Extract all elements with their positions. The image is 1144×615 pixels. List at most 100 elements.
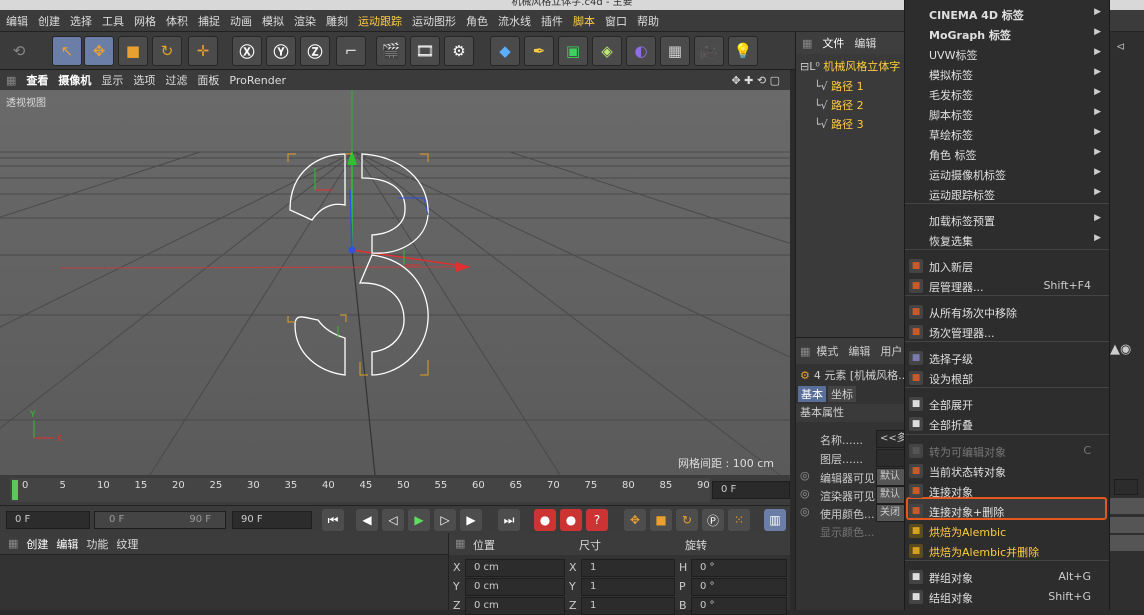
end-frame-field[interactable]: 90 F <box>232 511 312 529</box>
object-menu-file[interactable]: 文件 <box>822 35 844 51</box>
rotation-field[interactable]: 0 ° <box>691 597 787 615</box>
viewport-menu-view[interactable]: 查看 <box>26 72 48 88</box>
context-menu-item-24[interactable]: ■ 烘焙为Alembic <box>905 521 1109 541</box>
rotation-field[interactable]: 0 ° <box>691 578 787 596</box>
context-menu-item-7[interactable]: 角色 标签 ▶ <box>905 144 1109 164</box>
radio-icon[interactable]: ◎ <box>800 505 810 518</box>
render-picture-viewer-icon[interactable]: 🎞 <box>410 36 440 66</box>
object-child-3[interactable]: └√ 路径 3 <box>814 116 864 134</box>
menu-item-12[interactable]: 运动图形 <box>412 13 456 29</box>
autokey-icon[interactable]: ● <box>560 509 582 531</box>
material-menu-texture[interactable]: 纹理 <box>116 536 138 552</box>
playhead[interactable] <box>12 480 18 500</box>
go-to-end-icon[interactable]: ⏭ <box>498 509 520 531</box>
viewport-menu-options[interactable]: 选项 <box>133 72 155 88</box>
menu-item-6[interactable]: 捕捉 <box>198 13 220 29</box>
context-menu-item-2[interactable]: UVW标签 ▶ <box>905 44 1109 64</box>
context-menu-item-17[interactable]: ■ 设为根部 <box>905 368 1109 388</box>
radio-icon[interactable]: ◎ <box>800 469 810 482</box>
menu-item-11[interactable]: 运动跟踪 <box>358 13 402 29</box>
viewport-menu-prorender[interactable]: ProRender <box>229 74 286 87</box>
context-menu-item-16[interactable]: ■ 选择子级 <box>905 348 1109 368</box>
radio-icon[interactable]: ◎ <box>800 487 810 500</box>
position-field[interactable]: 0 cm <box>465 578 565 596</box>
keyframe-selection-icon[interactable]: ? <box>586 509 608 531</box>
record-keys-icon[interactable]: ● <box>534 509 556 531</box>
scale-tool-icon[interactable]: ■ <box>118 36 148 66</box>
size-field[interactable]: 1 <box>581 578 675 596</box>
object-child-1[interactable]: └√ 路径 1 <box>814 78 864 96</box>
coordinate-system-icon[interactable]: ⌐ <box>336 36 366 66</box>
next-frame-icon[interactable]: ▷ <box>434 509 456 531</box>
select-extension[interactable] <box>1110 517 1144 533</box>
context-menu-item-8[interactable]: 运动摄像机标签 ▶ <box>905 164 1109 184</box>
prev-frame-icon[interactable]: ◁ <box>382 509 404 531</box>
menu-item-13[interactable]: 角色 <box>466 13 488 29</box>
menu-item-14[interactable]: 流水线 <box>498 13 531 29</box>
undo-icon[interactable]: ⟲ <box>4 36 34 66</box>
context-menu-item-5[interactable]: 脚本标签 ▶ <box>905 104 1109 124</box>
object-child-2[interactable]: └√ 路径 2 <box>814 97 864 115</box>
menu-item-10[interactable]: 雕刻 <box>326 13 348 29</box>
context-menu-item-19[interactable]: ■ 全部折叠 <box>905 414 1109 434</box>
select-extension[interactable] <box>1110 535 1144 551</box>
context-menu-item-22[interactable]: ■ 连接对象 <box>905 481 1109 501</box>
menu-item-5[interactable]: 体积 <box>166 13 188 29</box>
pen-spline-icon[interactable]: ✒ <box>524 36 554 66</box>
tab-basic[interactable]: 基本 <box>798 386 826 402</box>
attr-menu-mode[interactable]: 模式 <box>816 343 838 359</box>
panel-options-icon[interactable]: ⊲ <box>1116 40 1125 53</box>
timeline-view-icon[interactable]: ▥ <box>764 509 786 531</box>
context-menu-item-0[interactable]: CINEMA 4D 标签 ▶ <box>905 4 1109 24</box>
object-root[interactable]: ⊟L⁰ 机械风格立体字 <box>800 58 900 76</box>
position-field[interactable]: 0 cm <box>465 559 565 577</box>
recent-tool-icon[interactable]: ✛ <box>188 36 218 66</box>
menu-item-18[interactable]: 帮助 <box>637 13 659 29</box>
key-scale-icon[interactable]: ■ <box>650 509 672 531</box>
x-axis-lock-icon[interactable]: Ⓧ <box>232 36 262 66</box>
context-menu-item-21[interactable]: ■ 当前状态转对象 <box>905 461 1109 481</box>
viewport-menu-panel[interactable]: 面板 <box>197 72 219 88</box>
viewport-menu-filter[interactable]: 过滤 <box>165 72 187 88</box>
context-menu-item-20[interactable]: ■ 转为可编辑对象 C <box>905 441 1109 461</box>
layer-pick-field[interactable] <box>1114 479 1138 495</box>
menu-item-4[interactable]: 网格 <box>134 13 156 29</box>
context-menu-item-1[interactable]: MoGraph 标签 ▶ <box>905 24 1109 44</box>
live-select-tool-icon[interactable]: ↖ <box>52 36 82 66</box>
next-key-icon[interactable]: ▶ <box>460 509 482 531</box>
menu-item-7[interactable]: 动画 <box>230 13 252 29</box>
context-menu-item-15[interactable]: ■ 场次管理器... <box>905 322 1109 342</box>
cube-primitive-icon[interactable]: ◆ <box>490 36 520 66</box>
context-menu-item-18[interactable]: ■ 全部展开 <box>905 394 1109 414</box>
context-menu-item-10[interactable]: 加载标签预置 ▶ <box>905 210 1109 230</box>
render-settings-icon[interactable]: ⚙ <box>444 36 474 66</box>
menu-item-2[interactable]: 选择 <box>70 13 92 29</box>
move-tool-icon[interactable]: ✥ <box>84 36 114 66</box>
tab-coordinate[interactable]: 坐标 <box>828 386 856 402</box>
deformer-icon[interactable]: ◐ <box>626 36 656 66</box>
viewport-menu-camera[interactable]: 摄像机 <box>58 72 91 88</box>
menu-item-3[interactable]: 工具 <box>102 13 124 29</box>
material-menu-create[interactable]: 创建 <box>26 536 48 552</box>
menu-item-0[interactable]: 编辑 <box>6 13 28 29</box>
menu-item-17[interactable]: 窗口 <box>605 13 627 29</box>
start-frame-field[interactable]: 0 F <box>6 511 90 529</box>
key-position-icon[interactable]: ✥ <box>624 509 646 531</box>
floor-scene-icon[interactable]: ▦ <box>660 36 690 66</box>
range-slider[interactable]: 0 F 90 F <box>94 511 226 529</box>
menu-item-8[interactable]: 模拟 <box>262 13 284 29</box>
y-axis-lock-icon[interactable]: Ⓨ <box>266 36 296 66</box>
context-menu-item-27[interactable]: ■ 结组对象 Shift+G <box>905 587 1109 607</box>
camera-icon[interactable]: 🎥 <box>694 36 724 66</box>
key-param-icon[interactable]: Ⓟ <box>702 509 724 531</box>
select-extension[interactable] <box>1110 498 1144 514</box>
context-menu-item-26[interactable]: ■ 群组对象 Alt+G <box>905 567 1109 587</box>
prev-key-icon[interactable]: ◀ <box>356 509 378 531</box>
context-menu-item-14[interactable]: ■ 从所有场次中移除 <box>905 302 1109 322</box>
key-rotation-icon[interactable]: ↻ <box>676 509 698 531</box>
size-field[interactable]: 1 <box>581 559 675 577</box>
perspective-viewport[interactable]: Y X 透视视图 网格间距 : 100 cm <box>0 90 790 475</box>
attr-nav-icons[interactable]: ▲◉ <box>1110 342 1131 357</box>
timeline[interactable]: 0 5 10 15 20 25 30 35 40 45 50 55 60 65 70 75 80 85 90 0 F <box>0 475 790 505</box>
object-menu-edit[interactable]: 编辑 <box>854 35 876 51</box>
